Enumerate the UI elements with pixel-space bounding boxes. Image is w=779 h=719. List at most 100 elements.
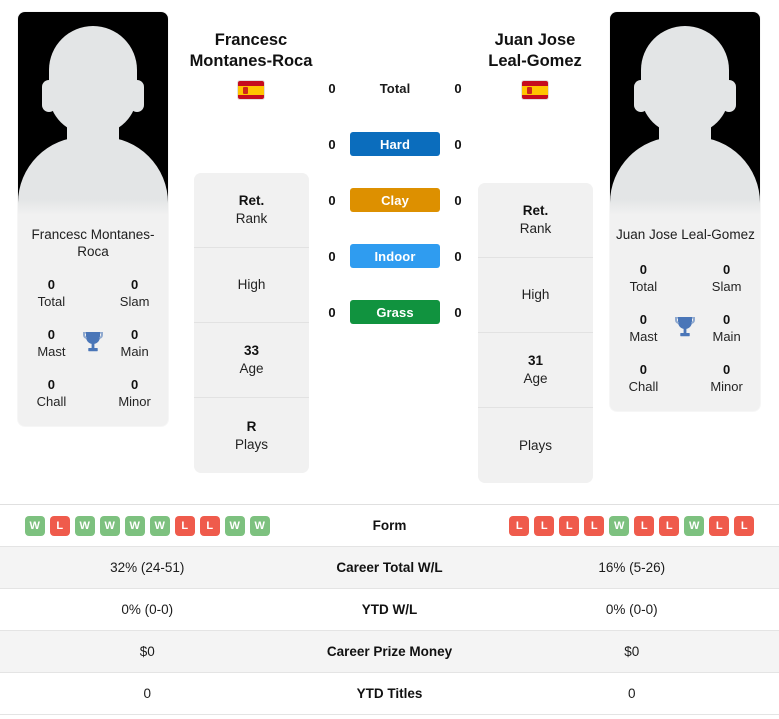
titles-slam-label: Slam (119, 294, 150, 309)
info-cell-age-left: 33 Age (194, 323, 309, 398)
info-label: High (521, 287, 550, 302)
info-panel-left: Ret. Rank High 33 Age R Plays (194, 173, 309, 473)
titles-row: 0 Mast 0 Main (24, 326, 162, 360)
info-value: Ret. (238, 193, 265, 208)
player-photo-right (610, 12, 760, 215)
titles-chall-left: 0 Chall (24, 376, 79, 410)
titles-minor-label: Minor (118, 394, 151, 409)
player-card-name-left: Francesc Montanes-Roca (31, 227, 155, 259)
titles-row: 0 Total 0 Slam (24, 276, 162, 310)
surface-value-right: 0 (454, 192, 462, 208)
info-value: Ret. (522, 203, 549, 218)
form-badge-loss: L (49, 515, 70, 536)
form-strip-left: WLWWWWLLWW (24, 515, 270, 536)
info-value: R (246, 418, 257, 434)
comparison-stats-table: WLWWWWLLWW Form LLLLWLLWLL 32% (24-51) C… (0, 504, 779, 715)
titles-chall-label: Chall (36, 394, 67, 409)
titles-row: 0 Mast 0 Main (616, 311, 754, 345)
info-panel-right: Ret. Rank High 31 Age Plays (478, 183, 593, 483)
avatar-ear-right-icon (130, 80, 144, 112)
info-label: Rank (519, 221, 552, 236)
player-card-right[interactable]: Juan Jose Leal-Gomez 0 Total 0 Slam 0 Ma… (610, 12, 760, 411)
surface-badge-clay[interactable]: Clay (350, 188, 440, 212)
spain-flag-icon (238, 81, 264, 99)
titles-total-value: 0 (639, 262, 648, 277)
titles-row: 0 Chall 0 Minor (616, 361, 754, 395)
surface-value-left: 0 (328, 136, 336, 152)
info-cell-plays-right: Plays (478, 408, 593, 483)
info-label: Age (523, 371, 548, 386)
titles-chall-label: Chall (628, 379, 659, 394)
form-badge-win: W (99, 515, 120, 536)
player-name-line1-right: Juan Jose (494, 31, 576, 49)
titles-chall-value: 0 (639, 362, 648, 377)
surface-value-right: 0 (454, 80, 462, 96)
form-badge-loss: L (634, 515, 655, 536)
info-value: 33 (243, 343, 260, 358)
form-badge-win: W (74, 515, 95, 536)
surface-row-total: 0 Total 0 (325, 60, 465, 116)
titles-slam-left: 0 Slam (107, 276, 162, 310)
player-card-left[interactable]: Francesc Montanes-Roca 0 Total 0 Slam 0 (18, 12, 168, 426)
info-value: 31 (527, 353, 544, 368)
titles-main-value: 0 (130, 327, 139, 342)
surface-badge-grass[interactable]: Grass (350, 300, 440, 324)
table-row-ytd-wl: 0% (0-0) YTD W/L 0% (0-0) (0, 589, 779, 631)
form-badge-loss: L (734, 515, 755, 536)
titles-main-left: 0 Main (107, 326, 162, 360)
player-name-header-left[interactable]: Francesc Montanes-Roca (171, 30, 331, 99)
surface-badge-hard[interactable]: Hard (350, 132, 440, 156)
form-badge-loss: L (509, 515, 530, 536)
form-badge-win: W (684, 515, 705, 536)
form-left: WLWWWWLLWW (0, 515, 295, 536)
titles-row: 0 Chall 0 Minor (24, 376, 162, 410)
photo-fade (610, 199, 760, 215)
titles-total-label: Total (37, 294, 66, 309)
titles-mast-right: 0 Mast (616, 311, 671, 345)
titles-row: 0 Total 0 Slam (616, 261, 754, 295)
info-label: Age (239, 361, 264, 376)
table-row-career-prize-money: $0 Career Prize Money $0 (0, 631, 779, 673)
ytd-wl-left: 0% (0-0) (121, 602, 174, 617)
surface-row-grass: 0 Grass 0 (325, 284, 465, 340)
form-badge-loss: L (174, 515, 195, 536)
form-badge-loss: L (534, 515, 555, 536)
titles-mast-value: 0 (639, 312, 648, 327)
info-cell-age-right: 31 Age (478, 333, 593, 408)
info-cell-rank-left: Ret. Rank (194, 173, 309, 248)
trophy-icon (79, 326, 107, 354)
career-prize-money-left: $0 (139, 644, 155, 659)
table-row-ytd-titles: 0 YTD Titles 0 (0, 673, 779, 715)
player-name-line2-right: Leal-Gomez (488, 52, 582, 70)
surface-badge-indoor[interactable]: Indoor (350, 244, 440, 268)
table-row-label-ytd-titles: YTD Titles (356, 686, 423, 701)
form-badge-win: W (124, 515, 145, 536)
ytd-titles-left: 0 (143, 686, 151, 701)
titles-minor-label: Minor (710, 379, 743, 394)
titles-slam-right: 0 Slam (699, 261, 754, 295)
player-name-line2-left: Montanes-Roca (189, 52, 313, 70)
titles-main-value: 0 (722, 312, 731, 327)
ytd-titles-right: 0 (627, 686, 636, 701)
titles-main-right: 0 Main (699, 311, 754, 345)
surface-value-right: 0 (454, 248, 462, 264)
form-badge-win: W (149, 515, 170, 536)
table-row-label-ytd-wl: YTD W/L (361, 602, 418, 617)
surface-row-clay: 0 Clay 0 (325, 172, 465, 228)
surface-value-right: 0 (454, 136, 462, 152)
titles-minor-right: 0 Minor (699, 361, 754, 395)
form-badge-win: W (609, 515, 630, 536)
titles-mast-label: Mast (37, 344, 66, 359)
info-label: Plays (518, 437, 552, 453)
career-total-wl-right: 16% (5-26) (598, 560, 666, 575)
titles-total-left: 0 Total (24, 276, 79, 310)
player-name-header-right[interactable]: Juan Jose Leal-Gomez (455, 30, 615, 99)
titles-grid-right: 0 Total 0 Slam 0 Mast 0 Main 0 Chall 0 M… (610, 249, 760, 411)
info-cell-high-right: High (478, 258, 593, 333)
surface-value-left: 0 (328, 192, 336, 208)
table-row-label-career-total-wl: Career Total W/L (336, 560, 443, 575)
avatar-ear-left-icon (42, 80, 56, 112)
surface-breakdown-column: 0 Total 0 0 Hard 0 0 Clay 0 0 Indoor 0 0 (325, 60, 465, 340)
